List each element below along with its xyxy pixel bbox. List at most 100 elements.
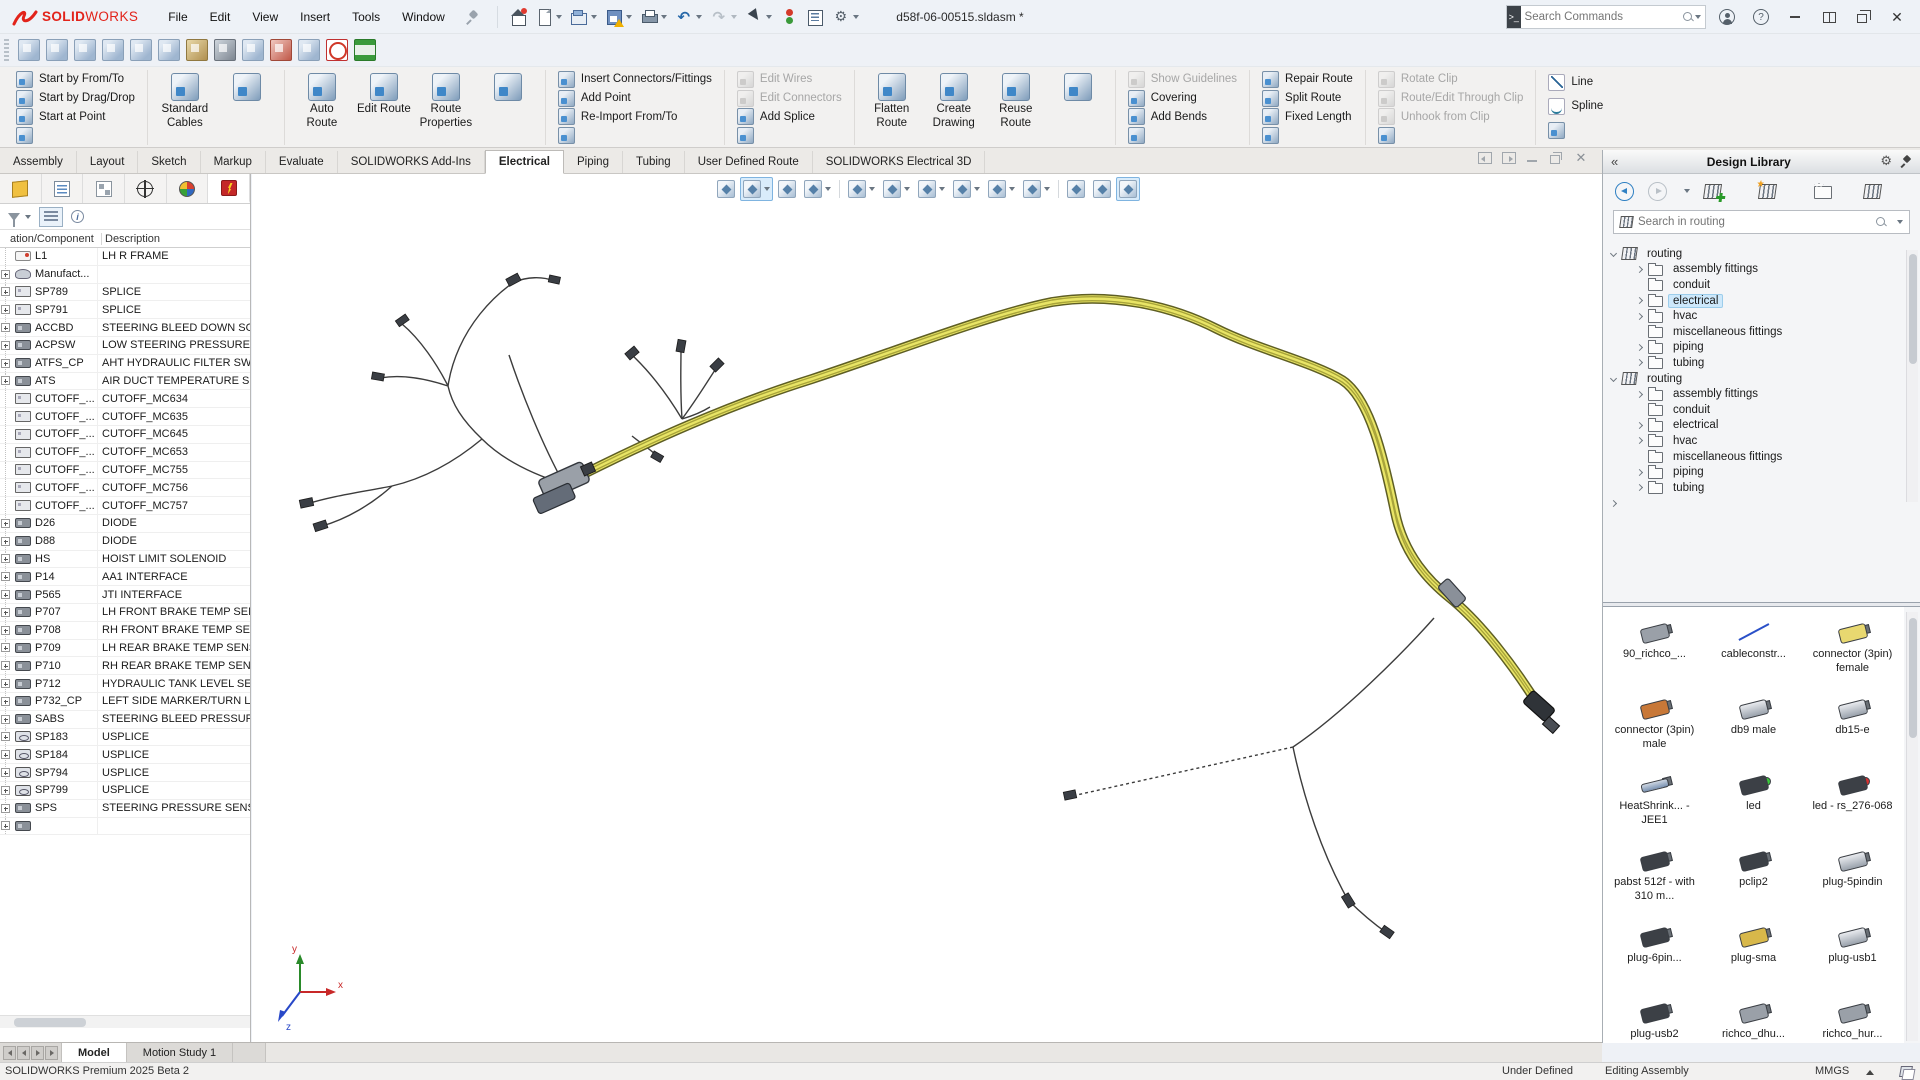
- horizontal-scrollbar[interactable]: [0, 1015, 250, 1028]
- edit-appearance-icon[interactable]: [950, 177, 983, 201]
- tab-configuration-manager[interactable]: [83, 174, 125, 203]
- toolbar-icon-9[interactable]: [242, 39, 264, 61]
- component-row[interactable]: [0, 818, 250, 836]
- doc-restore-icon[interactable]: [1550, 152, 1564, 164]
- chevron-icon[interactable]: [1610, 375, 1617, 382]
- chevron-icon[interactable]: [1636, 344, 1643, 351]
- ribbon-button[interactable]: Auto Route: [293, 70, 351, 134]
- tree-item[interactable]: routing: [1607, 371, 1920, 387]
- save-button[interactable]: [602, 6, 635, 28]
- toolbar-icon-4[interactable]: [102, 39, 124, 61]
- library-item[interactable]: plug-usb1: [1803, 921, 1902, 997]
- chevron-icon[interactable]: [1636, 422, 1643, 429]
- ribbon-button[interactable]: Add Splice: [733, 108, 846, 127]
- minimize-button[interactable]: [1780, 4, 1810, 30]
- command-tab[interactable]: User Defined Route: [685, 151, 813, 173]
- component-row[interactable]: SP789 SPLICE: [0, 284, 250, 302]
- tree-item[interactable]: piping: [1607, 464, 1920, 480]
- last-tab-icon[interactable]: [45, 1046, 58, 1060]
- library-item[interactable]: 90_richco_...: [1605, 617, 1704, 693]
- ribbon-button[interactable]: Route/Edit Through Clip: [1374, 89, 1528, 108]
- command-tab[interactable]: Tubing: [623, 151, 685, 173]
- library-item[interactable]: db9 male: [1704, 693, 1803, 769]
- tree-item[interactable]: electrical: [1607, 293, 1920, 309]
- home-button[interactable]: [506, 6, 530, 28]
- expand-icon[interactable]: [1, 287, 10, 296]
- chevron-icon[interactable]: [1636, 484, 1643, 491]
- expand-icon[interactable]: [1, 732, 10, 741]
- ribbon-button[interactable]: Edit Route: [355, 70, 413, 120]
- ribbon-button[interactable]: Edit Wires: [733, 70, 846, 89]
- chevron-icon[interactable]: [1636, 437, 1643, 444]
- component-row[interactable]: P712 HYDRAULIC TANK LEVEL SE: [0, 675, 250, 693]
- tags-icon[interactable]: [1899, 1066, 1913, 1077]
- library-item[interactable]: plug-sma: [1704, 921, 1803, 997]
- component-row[interactable]: HS HOIST LIMIT SOLENOID: [0, 551, 250, 569]
- component-row[interactable]: P708 RH FRONT BRAKE TEMP SEN: [0, 622, 250, 640]
- tree-item[interactable]: assembly fittings: [1607, 262, 1920, 278]
- component-row[interactable]: CUTOFF_... CUTOFF_MC645: [0, 426, 250, 444]
- ribbon-button[interactable]: Add Bends: [1124, 108, 1241, 127]
- library-item[interactable]: db15-e: [1803, 693, 1902, 769]
- ribbon-button[interactable]: Re-Import From/To: [554, 108, 716, 127]
- ribbon-button[interactable]: [1124, 126, 1241, 145]
- options-button[interactable]: ⚙: [829, 6, 862, 28]
- previous-tab-icon[interactable]: [17, 1046, 30, 1060]
- tree-item[interactable]: assembly fittings: [1607, 386, 1920, 402]
- command-tab[interactable]: SOLIDWORKS Electrical 3D: [813, 151, 986, 173]
- component-row[interactable]: ACPSW LOW STEERING PRESSURE SW: [0, 337, 250, 355]
- expand-icon[interactable]: [1, 768, 10, 777]
- scrollbar-thumb[interactable]: [14, 1018, 86, 1027]
- scrollbar-thumb[interactable]: [1909, 254, 1917, 364]
- expand-icon[interactable]: [1, 341, 10, 350]
- ribbon-button[interactable]: Start by From/To: [12, 70, 139, 89]
- toolbar-grip[interactable]: [4, 39, 9, 61]
- ribbon-button[interactable]: Add Point: [554, 89, 716, 108]
- tree-display-button[interactable]: [39, 207, 63, 227]
- command-tab[interactable]: Markup: [201, 151, 266, 173]
- menu-item[interactable]: Edit: [200, 6, 241, 28]
- ribbon-button[interactable]: Fixed Length: [1258, 108, 1357, 127]
- component-row[interactable]: SPS STEERING PRESSURE SENSO: [0, 800, 250, 818]
- no-entry-icon[interactable]: [326, 39, 348, 61]
- select-tool-button[interactable]: [742, 6, 775, 28]
- search-dropdown-icon[interactable]: [1897, 220, 1903, 224]
- ribbon-button[interactable]: Split Route: [1258, 89, 1357, 108]
- expand-icon[interactable]: [1, 661, 10, 670]
- refresh-library-icon[interactable]: [1863, 184, 1882, 199]
- ribbon-button[interactable]: Start by Drag/Drop: [12, 89, 139, 108]
- component-row[interactable]: P710 RH REAR BRAKE TEMP SENS: [0, 657, 250, 675]
- view-settings-icon[interactable]: [1020, 177, 1053, 201]
- doc-minimize-icon[interactable]: [1526, 152, 1540, 164]
- expand-icon[interactable]: [1, 786, 10, 795]
- search-icon[interactable]: [1876, 217, 1887, 228]
- tree-item[interactable]: conduit: [1607, 277, 1920, 293]
- units-dropdown-icon[interactable]: [1866, 1070, 1874, 1075]
- tree-item[interactable]: piping: [1607, 340, 1920, 356]
- expand-icon[interactable]: [1, 626, 10, 635]
- ribbon-button[interactable]: Covering: [1124, 89, 1241, 108]
- search-dropdown-icon[interactable]: [1695, 15, 1701, 19]
- ribbon-button[interactable]: [733, 126, 846, 145]
- open-button[interactable]: [567, 6, 600, 28]
- panel-pin-icon[interactable]: [1900, 156, 1912, 168]
- library-item[interactable]: connector (3pin) female: [1803, 617, 1902, 693]
- component-row[interactable]: P709 LH REAR BRAKE TEMP SENS: [0, 640, 250, 658]
- toolbar-icon-8[interactable]: [214, 39, 236, 61]
- expand-icon[interactable]: [1, 697, 10, 706]
- ribbon-button[interactable]: Show Guidelines: [1124, 70, 1241, 89]
- component-row[interactable]: P732_CP LEFT SIDE MARKER/TURN LI: [0, 693, 250, 711]
- component-row[interactable]: CUTOFF_... CUTOFF_MC757: [0, 497, 250, 515]
- ribbon-button[interactable]: Insert Connectors/Fittings: [554, 70, 716, 89]
- menu-item[interactable]: Insert: [290, 6, 340, 28]
- search-commands-box[interactable]: >_: [1506, 5, 1706, 29]
- rotate-view-icon[interactable]: [1090, 177, 1114, 201]
- library-item[interactable]: cableconstr...: [1704, 617, 1803, 693]
- tab-feature-manager[interactable]: [0, 174, 42, 203]
- back-button[interactable]: [1615, 182, 1634, 201]
- pan-icon[interactable]: [1064, 177, 1088, 201]
- forward-button[interactable]: [1648, 182, 1667, 201]
- expand-icon[interactable]: [1, 537, 10, 546]
- expand-icon[interactable]: [1, 572, 10, 581]
- library-item[interactable]: pclip2: [1704, 845, 1803, 921]
